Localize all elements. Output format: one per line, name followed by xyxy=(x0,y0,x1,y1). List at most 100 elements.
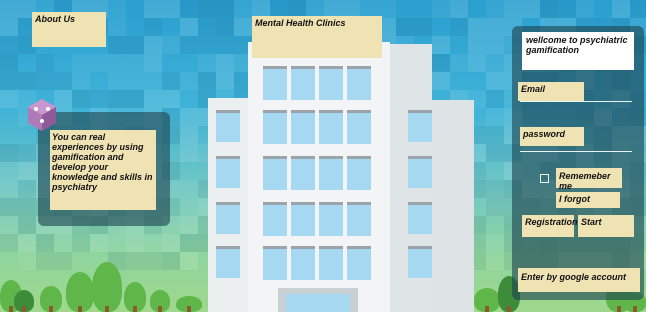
sky-tile xyxy=(162,0,180,18)
sky-tile xyxy=(216,72,234,90)
remember-me-checkbox[interactable] xyxy=(540,174,549,183)
sky-tile xyxy=(54,252,72,270)
sky-tile xyxy=(432,72,450,90)
google-login-label: Enter by google account xyxy=(521,272,627,282)
sky-tile xyxy=(0,36,18,54)
building-window xyxy=(263,246,287,280)
sky-tile xyxy=(72,72,90,90)
sky-tile xyxy=(54,72,72,90)
sky-tile xyxy=(180,234,198,252)
building-window xyxy=(291,156,315,190)
sky-tile xyxy=(486,234,504,252)
password-label: password xyxy=(523,129,566,139)
sky-tile xyxy=(450,18,468,36)
sky-tile xyxy=(18,252,36,270)
sky-tile xyxy=(144,90,162,108)
password-field[interactable]: password xyxy=(520,127,584,146)
sky-tile xyxy=(0,198,18,216)
sky-tile xyxy=(18,72,36,90)
sky-tile xyxy=(468,54,486,72)
sky-tile xyxy=(486,126,504,144)
sky-tile xyxy=(486,252,504,270)
sky-tile xyxy=(0,234,18,252)
sky-tile xyxy=(0,18,18,36)
tree-trunk xyxy=(485,306,489,312)
start-button[interactable]: Start xyxy=(578,215,634,237)
sky-tile xyxy=(432,36,450,54)
building-window xyxy=(291,246,315,280)
about-us-label: About Us xyxy=(35,14,75,24)
sky-tile xyxy=(0,0,18,18)
building-window xyxy=(347,66,371,100)
remember-me-label-box[interactable]: Rememeber me xyxy=(556,168,622,191)
building-right-wing xyxy=(432,100,474,312)
sky-tile xyxy=(72,252,90,270)
clinics-label: Mental Health Clinics xyxy=(255,18,346,28)
email-field[interactable]: Email xyxy=(518,82,584,101)
sky-tile xyxy=(90,72,108,90)
welcome-box: wellcome to psychiatric gamification xyxy=(522,32,634,70)
sky-tile xyxy=(180,198,198,216)
sky-tile xyxy=(486,18,504,36)
sky-tile xyxy=(162,90,180,108)
tree-trunk xyxy=(617,306,621,312)
sky-tile xyxy=(0,108,18,126)
sky-tile xyxy=(216,36,234,54)
sky-tile xyxy=(108,0,126,18)
sky-tile xyxy=(162,18,180,36)
building-window xyxy=(263,66,287,100)
background-scene: About Us Mental Health Clinics You can r… xyxy=(0,0,646,312)
sky-tile xyxy=(450,0,468,18)
sky-tile xyxy=(108,234,126,252)
sky-tile xyxy=(486,90,504,108)
tree-trunk xyxy=(78,306,82,312)
sky-tile xyxy=(18,216,36,234)
registration-button[interactable]: Registration xyxy=(522,215,578,237)
sky-tile xyxy=(576,0,594,18)
sky-tile xyxy=(432,0,450,18)
mental-health-clinics-button[interactable]: Mental Health Clinics xyxy=(252,16,382,58)
sky-tile xyxy=(0,162,18,180)
building-window xyxy=(263,202,287,236)
sky-tile xyxy=(0,126,18,144)
welcome-text: wellcome to psychiatric gamification xyxy=(526,35,628,55)
sky-tile xyxy=(180,162,198,180)
sky-tile xyxy=(180,90,198,108)
building-window xyxy=(263,110,287,144)
sky-tile xyxy=(180,180,198,198)
building-window xyxy=(319,156,343,190)
sky-tile xyxy=(144,0,162,18)
tree-trunk xyxy=(9,306,13,312)
building-window xyxy=(319,202,343,236)
sky-tile xyxy=(36,72,54,90)
sky-tile xyxy=(198,54,216,72)
forgot-password-link[interactable]: I forgot xyxy=(556,192,620,208)
sky-tile xyxy=(90,234,108,252)
purple-cube-logo-icon xyxy=(28,99,56,131)
sky-tile xyxy=(144,18,162,36)
building-window xyxy=(216,202,240,234)
about-us-button[interactable]: About Us xyxy=(32,12,106,47)
sky-tile xyxy=(162,54,180,72)
google-login-button[interactable]: Enter by google account xyxy=(518,268,640,292)
sky-tile xyxy=(54,54,72,72)
building-window xyxy=(319,66,343,100)
sky-tile xyxy=(0,180,18,198)
sky-tile xyxy=(432,54,450,72)
sky-tile xyxy=(180,72,198,90)
sky-tile xyxy=(486,198,504,216)
sky-tile xyxy=(180,126,198,144)
building-window xyxy=(347,246,371,280)
building-window xyxy=(347,202,371,236)
sky-tile xyxy=(540,0,558,18)
sky-tile xyxy=(522,0,540,18)
sky-tile xyxy=(18,180,36,198)
building-window xyxy=(347,110,371,144)
sky-tile xyxy=(486,108,504,126)
start-label: Start xyxy=(581,217,602,227)
sky-tile xyxy=(486,0,504,18)
sky-tile xyxy=(108,54,126,72)
sky-tile xyxy=(486,72,504,90)
sky-tile xyxy=(108,90,126,108)
sky-tile xyxy=(126,72,144,90)
